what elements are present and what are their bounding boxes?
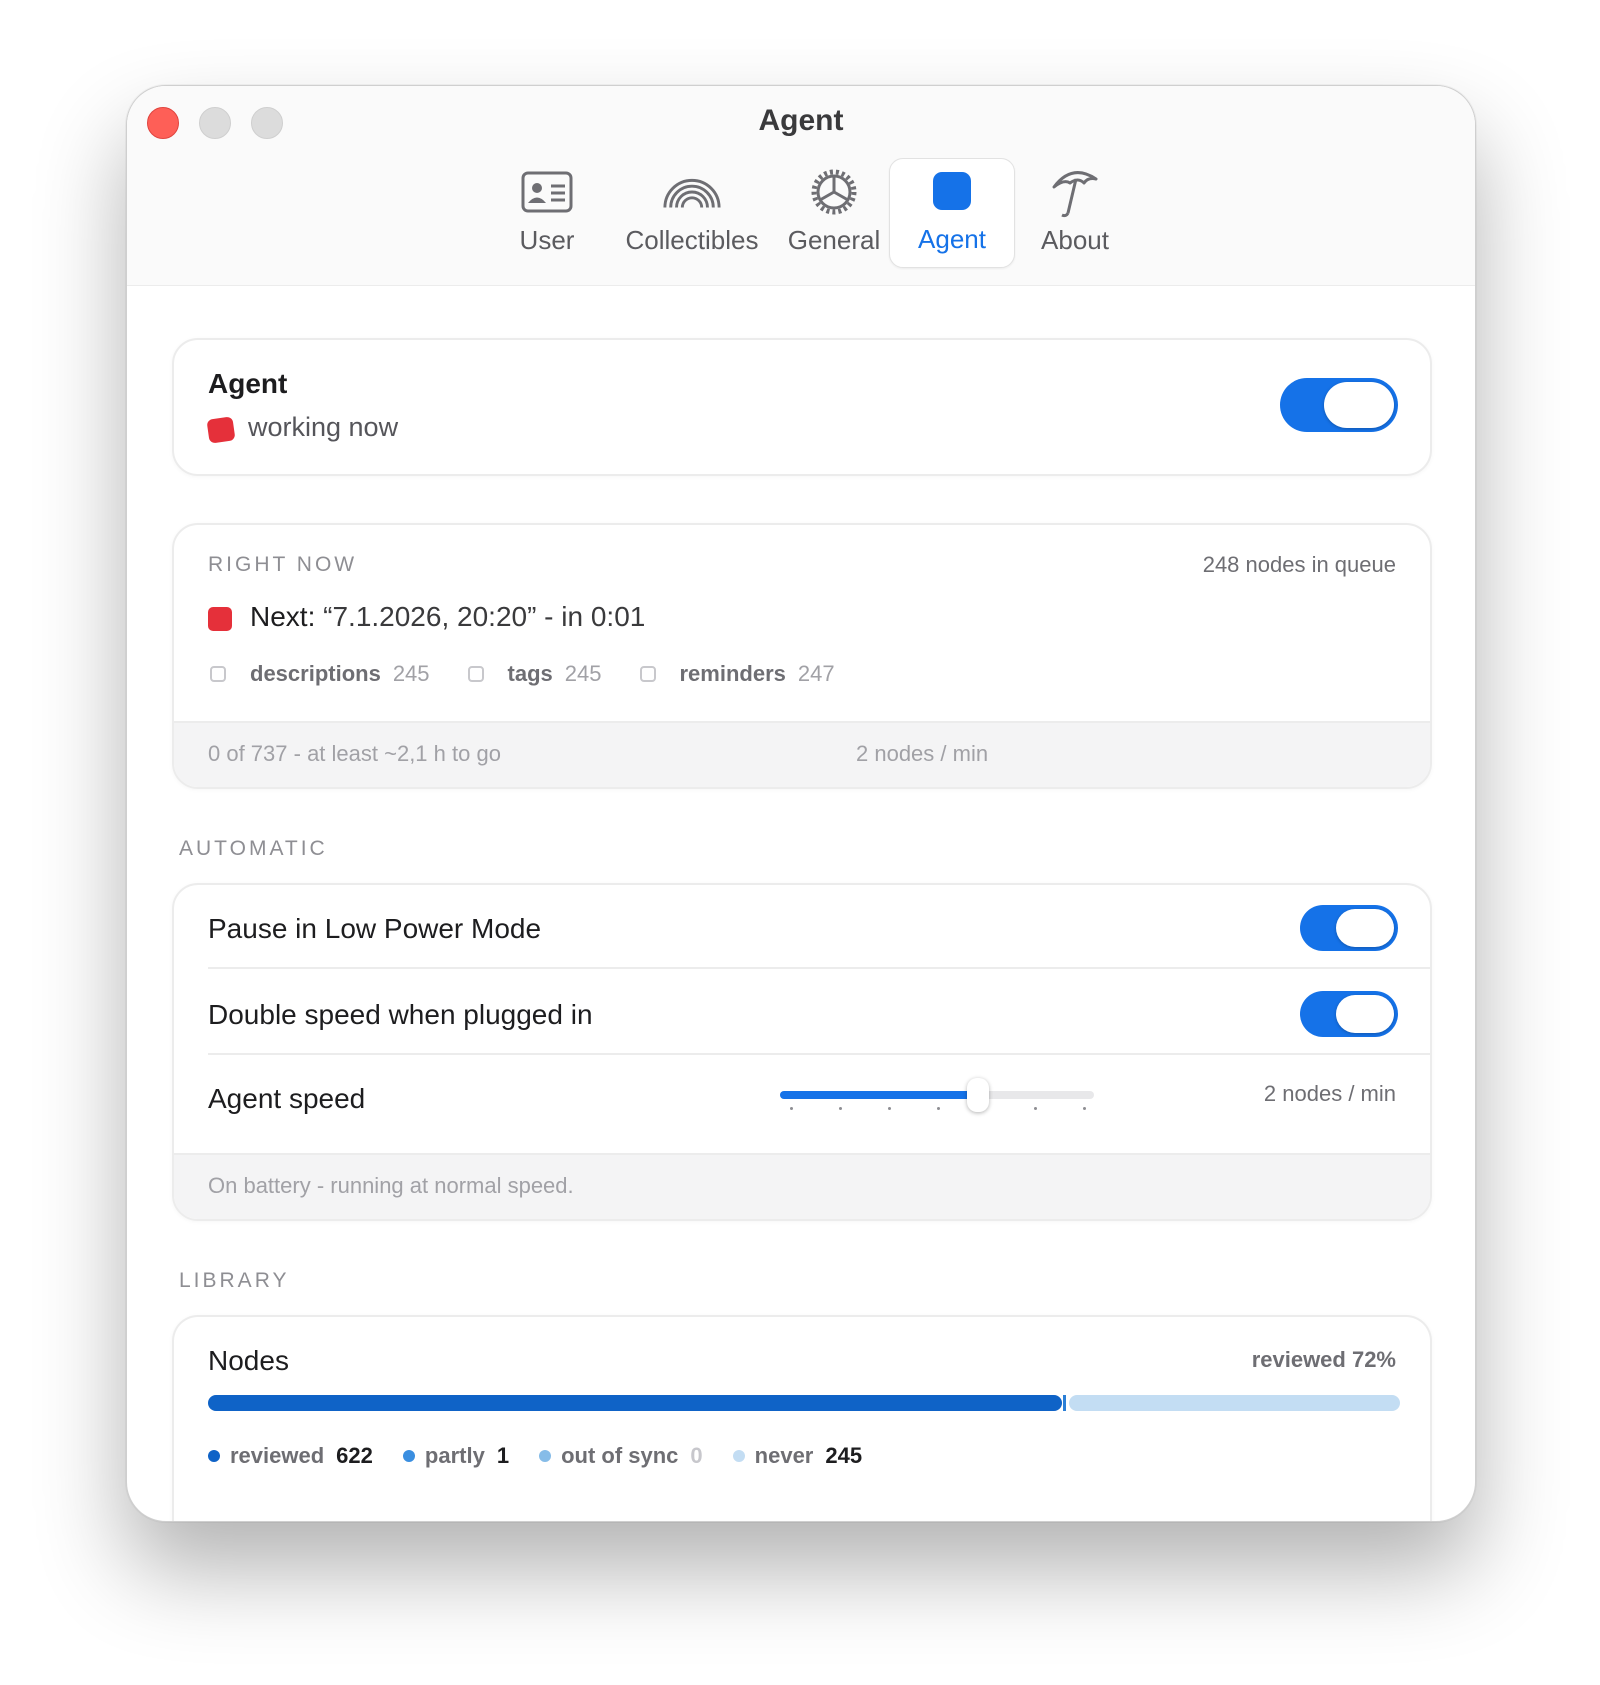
legend-name: never xyxy=(754,1443,814,1468)
tab-agent-label: Agent xyxy=(918,224,986,254)
next-value: “7.1.2026, 20:20” - in 0:01 xyxy=(315,601,646,632)
legend-value: 0 xyxy=(690,1443,703,1468)
slider-tick xyxy=(937,1107,940,1110)
battery-status-text: On battery - running at normal speed. xyxy=(208,1173,574,1198)
agent-enabled-toggle[interactable] xyxy=(1280,378,1398,432)
tab-collectibles-label: Collectibles xyxy=(625,225,759,255)
blue-square-icon xyxy=(922,164,982,218)
double-speed-toggle[interactable] xyxy=(1300,991,1398,1037)
tab-about-label: About xyxy=(1041,225,1109,255)
partly-segment xyxy=(1063,1395,1067,1411)
pause-low-power-label: Pause in Low Power Mode xyxy=(208,913,542,944)
automatic-section-label: AUTOMATIC xyxy=(179,837,328,860)
status-indicator xyxy=(206,416,236,444)
queue-count: 248 nodes in queue xyxy=(1202,552,1396,577)
automatic-footer: On battery - running at normal speed. xyxy=(174,1153,1430,1219)
tab-user-label: User xyxy=(519,225,575,255)
tab-about[interactable]: About xyxy=(1017,158,1133,268)
reviewed-percentage: reviewed 72% xyxy=(1251,1347,1396,1372)
reviewed-legend-dot xyxy=(208,1450,220,1462)
slider-tick xyxy=(790,1107,793,1110)
stat-value: 247 xyxy=(797,661,835,686)
rainbow-icon xyxy=(662,165,722,219)
pause-low-power-toggle[interactable] xyxy=(1300,905,1398,951)
tab-general-label: General xyxy=(787,225,881,255)
gear-icon xyxy=(804,165,864,219)
titlebar: Agent User Collectibles General Agent Ab… xyxy=(127,86,1475,286)
id-card-icon xyxy=(517,165,577,219)
right-now-card: RIGHT NOW 248 nodes in queue Next: “7.1.… xyxy=(172,523,1432,789)
library-card: Nodes reviewed 72% reviewed 622 partly 1… xyxy=(172,1315,1432,1521)
task-stats: descriptions 245 tags 245 reminders 247 xyxy=(210,661,873,687)
nodes-legend: reviewed 622 partly 1 out of sync 0 neve… xyxy=(208,1443,892,1469)
agent-speed-value: 2 nodes / min xyxy=(1263,1081,1396,1106)
toggle-knob xyxy=(1336,909,1394,947)
slider-tick xyxy=(839,1107,842,1110)
descriptions-checkbox[interactable] xyxy=(210,666,226,682)
stat-value: 245 xyxy=(392,661,430,686)
stat-value: 245 xyxy=(564,661,602,686)
legend-name: out of sync xyxy=(561,1443,679,1468)
next-item: Next: “7.1.2026, 20:20” - in 0:01 xyxy=(250,601,645,633)
nodes-title: Nodes xyxy=(208,1345,289,1376)
settings-window: Agent User Collectibles General Agent Ab… xyxy=(126,85,1476,1522)
agent-title: Agent xyxy=(208,368,288,399)
progress-footer: 0 of 737 - at least ~2,1 h to go 2 nodes… xyxy=(174,721,1430,787)
reminders-checkbox[interactable] xyxy=(639,666,656,682)
row-divider xyxy=(208,1053,1430,1055)
legend-value: 1 xyxy=(496,1443,510,1468)
slider-tick xyxy=(1083,1107,1086,1110)
slider-fill xyxy=(780,1091,978,1099)
toolbar-tabs: User Collectibles General Agent About xyxy=(127,158,1475,276)
never-segment xyxy=(1069,1395,1400,1411)
stat-name: descriptions xyxy=(250,661,381,686)
slider-knob[interactable] xyxy=(966,1078,989,1112)
window-title: Agent xyxy=(758,104,844,137)
legend-name: reviewed xyxy=(230,1443,325,1468)
row-divider xyxy=(208,967,1430,969)
automatic-card: Pause in Low Power Mode Double speed whe… xyxy=(172,883,1432,1221)
stat-name: tags xyxy=(507,661,553,686)
legend-value: 622 xyxy=(336,1443,373,1468)
agent-status-card: Agent working now xyxy=(172,338,1432,476)
agent-status-text: working now xyxy=(248,412,399,442)
stat-name: reminders xyxy=(679,661,786,686)
double-speed-label: Double speed when plugged in xyxy=(208,999,593,1030)
never-legend-dot xyxy=(732,1450,745,1462)
toggle-knob xyxy=(1324,382,1394,428)
library-section-label: LIBRARY xyxy=(179,1269,290,1292)
nodes-progress-bar xyxy=(208,1395,1400,1411)
progress-text: 0 of 737 - at least ~2,1 h to go xyxy=(208,741,501,766)
rate-text: 2 nodes / min xyxy=(856,741,989,766)
tab-user[interactable]: User xyxy=(487,158,607,268)
legend-value: 245 xyxy=(825,1443,863,1468)
tags-checkbox[interactable] xyxy=(467,666,484,682)
out-of-sync-legend-dot xyxy=(539,1450,552,1462)
reviewed-segment xyxy=(208,1395,1063,1411)
tab-collectibles[interactable]: Collectibles xyxy=(607,158,777,268)
toggle-knob xyxy=(1336,995,1394,1033)
agent-speed-slider[interactable] xyxy=(780,1091,1094,1099)
partly-legend-dot xyxy=(402,1450,415,1462)
next-label: Next: xyxy=(250,601,316,632)
tab-general[interactable]: General xyxy=(779,158,889,268)
right-now-label: RIGHT NOW xyxy=(208,553,358,576)
slider-tick xyxy=(1034,1107,1037,1110)
slider-tick xyxy=(888,1107,891,1110)
tab-agent[interactable]: Agent xyxy=(889,158,1015,268)
agent-speed-label: Agent speed xyxy=(208,1083,366,1114)
legend-name: partly xyxy=(424,1443,485,1468)
umbrella-icon xyxy=(1045,165,1105,219)
next-status-indicator xyxy=(208,607,232,631)
